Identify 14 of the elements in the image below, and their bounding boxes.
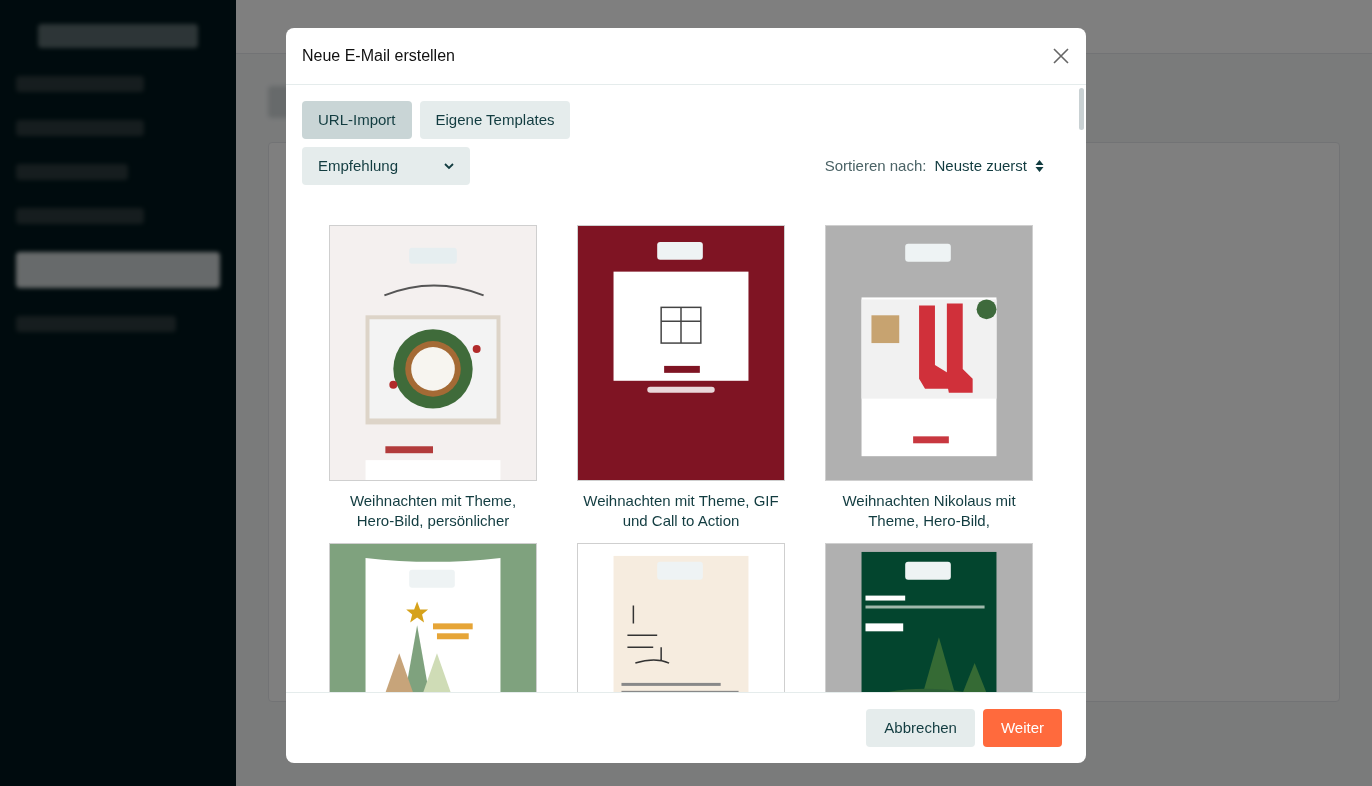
template-title: Weihnachten Nikolaus mit Theme, Hero-Bild, xyxy=(841,491,1017,531)
cancel-button[interactable]: Abbrechen xyxy=(866,709,975,747)
chevron-down-icon xyxy=(444,162,454,170)
scrollbar[interactable] xyxy=(1079,88,1084,130)
template-title: Weihnachten mit Theme, Hero-Bild, persönlicher xyxy=(348,491,518,531)
tab[interactable]: Eigene Templates xyxy=(419,101,571,139)
dialog-title: Neue E-Mail erstellen xyxy=(302,46,455,66)
template-title: Weihnachten mit Theme, GIF und Call to Action xyxy=(582,491,780,531)
sort-icon xyxy=(1035,160,1044,172)
tab[interactable]: URL-Import xyxy=(302,101,412,139)
close-icon[interactable] xyxy=(1052,47,1070,65)
filter-dropdown[interactable]: Empfehlung xyxy=(302,147,470,185)
sort-dropdown[interactable]: Neuste zuerst xyxy=(934,154,1044,178)
sort-label: Sortieren nach: xyxy=(824,155,927,176)
